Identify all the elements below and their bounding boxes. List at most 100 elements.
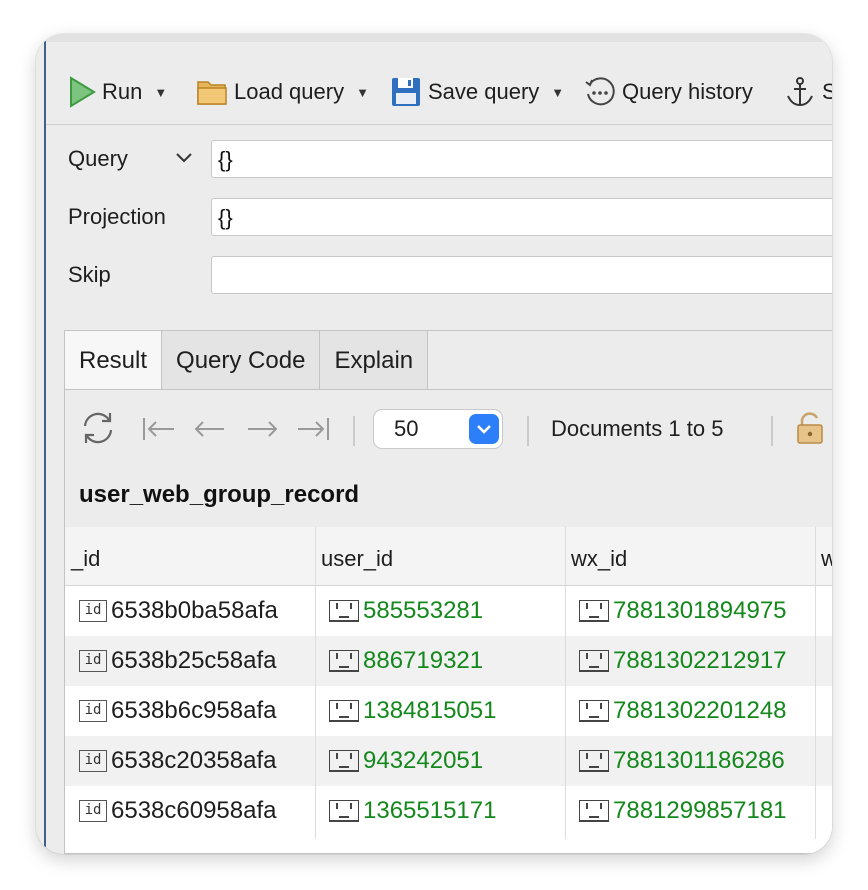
page-size-value: 50 <box>394 416 419 441</box>
cell-user-id-value: 886719321 <box>363 647 484 674</box>
cell-user-id[interactable]: 1384815051 <box>329 686 563 736</box>
column-header-id[interactable]: _id <box>67 527 315 585</box>
cell-wx-id-value: 7881301894975 <box>613 597 787 624</box>
table-row[interactable]: id 6538c60958afa 1365515171 7881299857181 <box>65 786 832 836</box>
documents-range-text: Documents 1 to 5 <box>551 416 724 441</box>
column-header-user-id[interactable]: user_id <box>317 527 565 585</box>
chevron-down-icon[interactable] <box>469 414 499 444</box>
tab-explain[interactable]: Explain <box>320 331 429 389</box>
query-input[interactable]: {} <box>211 140 832 178</box>
load-query-label: Load query <box>234 79 345 104</box>
cell-id-value: 6538b25c58afa <box>111 647 277 674</box>
cell-wx-id[interactable]: 7881301186286 <box>579 736 815 786</box>
cell-user-id[interactable]: 886719321 <box>329 636 563 686</box>
cell-wx-id[interactable]: 7881301894975 <box>579 586 815 636</box>
result-tabs: Result Query Code Explain <box>65 331 429 389</box>
table-row[interactable]: id 6538b25c58afa 886719321 7881302212917 <box>65 636 832 686</box>
table-bottom-edge <box>65 839 832 853</box>
save-query-label: Save query <box>428 79 540 104</box>
string-type-icon <box>579 650 609 672</box>
cell-user-id-value: 1365515171 <box>363 797 497 824</box>
cell-id[interactable]: id 6538b25c58afa <box>79 636 313 686</box>
cell-id[interactable]: id 6538b0ba58afa <box>79 586 313 636</box>
cell-user-id-value: 585553281 <box>363 597 484 624</box>
string-type-icon <box>579 600 609 622</box>
anchor-button[interactable]: S <box>784 74 832 110</box>
table-row[interactable]: id 6538b0ba58afa 585553281 7881301894975 <box>65 586 832 636</box>
cell-user-id[interactable]: 1365515171 <box>329 786 563 836</box>
window-top-strip <box>46 34 832 42</box>
load-query-dropdown-icon[interactable]: ▼ <box>356 85 369 100</box>
save-query-dropdown-icon[interactable]: ▼ <box>551 85 564 100</box>
first-page-icon[interactable] <box>141 415 177 443</box>
id-type-icon: id <box>79 650 107 672</box>
column-divider <box>565 527 566 853</box>
toolbar-divider <box>46 124 832 125</box>
last-page-icon[interactable] <box>295 415 331 443</box>
skip-input[interactable] <box>211 256 832 294</box>
cell-id[interactable]: id 6538b6c958afa <box>79 686 313 736</box>
projection-input[interactable]: {} <box>211 198 832 236</box>
pagination-bar: 50 Documents 1 to 5 <box>65 390 832 468</box>
cell-id-value: 6538c60958afa <box>111 797 277 824</box>
projection-label: Projection <box>68 204 166 229</box>
cell-wx-id-value: 7881299857181 <box>613 797 787 824</box>
string-type-icon <box>579 800 609 822</box>
cell-user-id[interactable]: 585553281 <box>329 586 563 636</box>
save-query-button[interactable]: Save query ▼ <box>390 74 564 110</box>
query-row: Query {} <box>46 138 832 180</box>
previous-page-icon[interactable] <box>193 415 227 443</box>
run-button[interactable]: Run ▼ <box>68 74 167 110</box>
chevron-down-icon[interactable] <box>174 150 194 166</box>
floppy-disk-icon <box>392 78 420 106</box>
string-type-icon <box>329 750 359 772</box>
cell-user-id[interactable]: 943242051 <box>329 736 563 786</box>
truncated-toolbar-label: S <box>822 79 832 104</box>
string-type-icon <box>579 750 609 772</box>
tab-result[interactable]: Result <box>65 331 163 389</box>
cell-wx-id[interactable]: 7881299857181 <box>579 786 815 836</box>
string-type-icon <box>329 700 359 722</box>
run-label: Run <box>102 79 143 104</box>
pager-divider <box>527 416 529 446</box>
results-panel: Result Query Code Explain 50 Documents 1… <box>64 330 832 854</box>
column-divider <box>315 527 316 853</box>
column-divider <box>815 527 816 853</box>
query-toolbar: Run ▼ Load query ▼ Save query ▼ Query hi… <box>46 72 832 112</box>
id-type-icon: id <box>79 600 107 622</box>
next-page-icon[interactable] <box>245 415 279 443</box>
folder-icon <box>197 81 227 105</box>
string-type-icon <box>329 650 359 672</box>
query-label: Query <box>68 146 128 171</box>
cell-wx-id-value: 7881301186286 <box>613 747 785 774</box>
lock-icon[interactable] <box>795 410 825 446</box>
string-type-icon <box>329 800 359 822</box>
tab-query-code[interactable]: Query Code <box>162 331 321 389</box>
cell-id[interactable]: id 6538c20358afa <box>79 736 313 786</box>
cell-user-id-value: 1384815051 <box>363 697 497 724</box>
pager-divider <box>353 416 355 446</box>
load-query-button[interactable]: Load query ▼ <box>196 74 369 110</box>
collection-title: user_web_group_record <box>79 481 360 508</box>
cell-id-value: 6538b6c958afa <box>111 697 277 724</box>
column-header-wx-id[interactable]: wx_id <box>567 527 815 585</box>
cell-wx-id[interactable]: 7881302212917 <box>579 636 815 686</box>
page-size-select[interactable]: 50 <box>373 409 503 449</box>
run-dropdown-icon[interactable]: ▼ <box>154 85 167 100</box>
string-type-icon <box>329 600 359 622</box>
table-row[interactable]: id 6538b6c958afa 1384815051 7881302201248 <box>65 686 832 736</box>
anchor-icon <box>787 77 813 107</box>
refresh-icon[interactable] <box>79 408 117 448</box>
play-triangle-icon <box>70 76 96 108</box>
column-header-truncated[interactable]: w <box>817 527 832 585</box>
cell-id[interactable]: id 6538c60958afa <box>79 786 313 836</box>
skip-row: Skip <box>46 254 832 296</box>
table-row[interactable]: id 6538c20358afa 943242051 7881301186286 <box>65 736 832 786</box>
table-header: _id user_id wx_id w <box>65 527 832 586</box>
pager-divider <box>771 416 773 446</box>
cell-wx-id-value: 7881302201248 <box>613 697 787 724</box>
query-history-button[interactable]: Query history <box>584 74 753 110</box>
id-type-icon: id <box>79 750 107 772</box>
cell-wx-id[interactable]: 7881302201248 <box>579 686 815 736</box>
query-history-label: Query history <box>622 79 753 104</box>
